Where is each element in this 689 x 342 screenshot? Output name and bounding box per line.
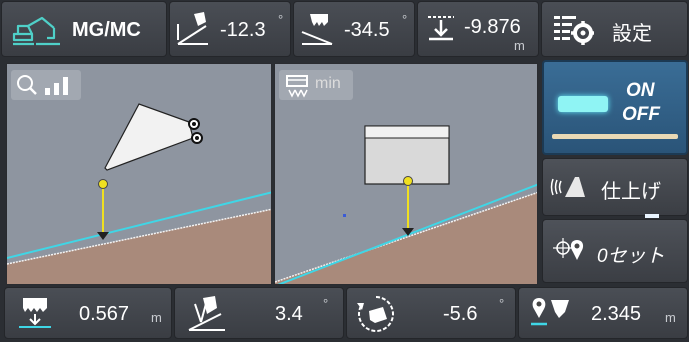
view-mode-label: min <box>315 75 341 92</box>
pitch-unit: ° <box>278 12 284 27</box>
tilt-bucket-icon <box>188 296 225 331</box>
bucket-shape <box>104 103 194 171</box>
toggle-slider-bar <box>552 134 678 139</box>
zero-set-target-icon <box>553 238 584 260</box>
zero-set-label: 0セット <box>597 246 665 267</box>
target-tile: 2.345 m <box>518 287 688 339</box>
settings-gear-icon <box>554 16 594 45</box>
bucket-angle-icon <box>301 14 333 45</box>
elevation-value: 0.567 <box>79 303 130 325</box>
zoom-button[interactable] <box>11 70 81 100</box>
front-bucket-tip-marker <box>403 176 413 186</box>
settings-button[interactable]: 設定 <box>541 1 688 57</box>
guidance-toggle-button[interactable]: ON OFF <box>542 60 688 155</box>
pitch-tile: -12.3 ° <box>169 1 291 57</box>
bucket-front-view-icon <box>286 75 308 98</box>
view-mode-button[interactable]: min <box>279 70 353 100</box>
rotation-value: -5.6 <box>443 303 478 325</box>
tilt-tile: 3.4 ° <box>174 287 344 339</box>
zoom-icon <box>17 75 68 95</box>
bucket-angle-tile: -34.5 ° <box>293 1 415 57</box>
tilt-unit: ° <box>323 296 329 311</box>
finish-level-indicator <box>645 205 677 236</box>
tilt-value: 3.4 <box>275 303 303 325</box>
side-view-panel[interactable] <box>6 63 272 285</box>
toggle-off-label: OFF <box>622 104 660 125</box>
bucket-angle-value: -34.5 <box>344 19 390 41</box>
excavator-icon <box>12 16 60 46</box>
target-unit: m <box>665 310 676 325</box>
rotation-unit: ° <box>499 296 505 311</box>
elevation-tile: 0.567 m <box>4 287 172 339</box>
target-value: 2.345 <box>591 303 642 325</box>
toggle-on-label: ON <box>626 80 655 101</box>
rotation-icon <box>357 296 394 332</box>
depth-icon <box>428 16 454 41</box>
depth-unit: m <box>514 38 525 53</box>
finish-button[interactable]: 仕上げ <box>542 158 688 236</box>
mode-title: MG/MC <box>72 19 141 41</box>
bucket-elevation-icon <box>19 298 51 328</box>
finish-grade-icon <box>550 177 585 197</box>
bucket-tip-marker <box>98 179 108 189</box>
front-view-panel[interactable]: min <box>274 63 538 285</box>
zero-set-button[interactable]: 0セット <box>542 219 688 283</box>
rotation-tile: -5.6 ° <box>346 287 516 339</box>
center-marker <box>343 214 346 217</box>
settings-label: 設定 <box>612 23 652 45</box>
target-location-icon <box>531 298 569 326</box>
finish-label: 仕上げ <box>601 181 661 203</box>
bucket-angle-unit: ° <box>402 12 408 27</box>
pitch-value: -12.3 <box>220 19 266 41</box>
elevation-unit: m <box>151 310 162 325</box>
depth-value: -9.876 <box>464 16 521 38</box>
pitch-angle-icon <box>177 12 208 45</box>
toggle-indicator-light <box>558 96 608 112</box>
mode-tile[interactable]: MG/MC <box>1 1 167 57</box>
depth-tile: -9.876 m <box>417 1 539 57</box>
ground-section <box>7 209 271 284</box>
